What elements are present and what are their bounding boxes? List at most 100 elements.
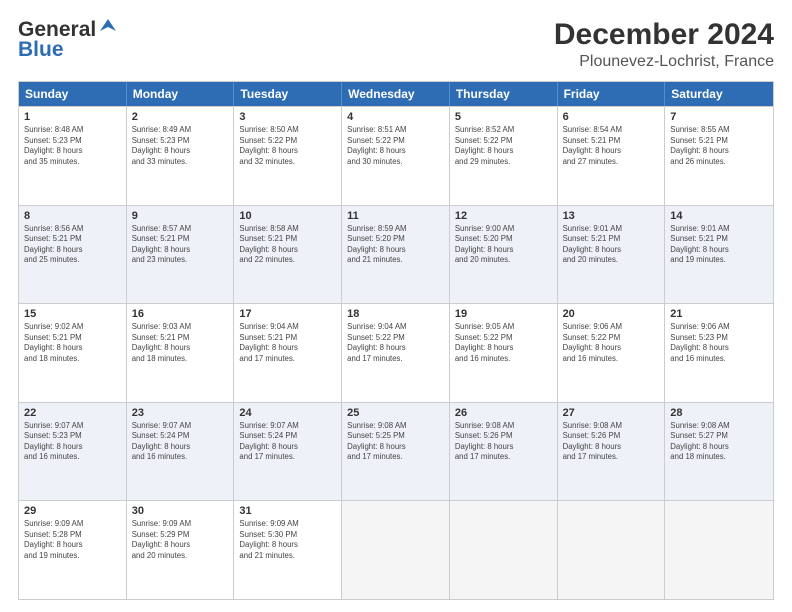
empty-cell xyxy=(558,501,666,599)
day-cell-22: 22 Sunrise: 9:07 AM Sunset: 5:23 PM Dayli… xyxy=(19,403,127,501)
month-title: December 2024 xyxy=(554,18,774,51)
day-info: Sunrise: 9:04 AM Sunset: 5:21 PM Dayligh… xyxy=(239,322,336,364)
day-cell-10: 10 Sunrise: 8:58 AM Sunset: 5:21 PM Dayli… xyxy=(234,206,342,304)
day-number: 14 xyxy=(670,210,768,222)
day-info: Sunrise: 8:54 AM Sunset: 5:21 PM Dayligh… xyxy=(563,125,660,167)
header-saturday: Saturday xyxy=(665,82,773,106)
day-number: 4 xyxy=(347,111,444,123)
header-tuesday: Tuesday xyxy=(234,82,342,106)
day-info: Sunrise: 8:59 AM Sunset: 5:20 PM Dayligh… xyxy=(347,224,444,266)
header-thursday: Thursday xyxy=(450,82,558,106)
day-number: 9 xyxy=(132,210,229,222)
day-info: Sunrise: 8:51 AM Sunset: 5:22 PM Dayligh… xyxy=(347,125,444,167)
day-info: Sunrise: 8:52 AM Sunset: 5:22 PM Dayligh… xyxy=(455,125,552,167)
day-cell-6: 6 Sunrise: 8:54 AM Sunset: 5:21 PM Daylig… xyxy=(558,107,666,205)
week-3: 15 Sunrise: 9:02 AM Sunset: 5:21 PM Dayli… xyxy=(19,303,773,402)
day-info: Sunrise: 8:50 AM Sunset: 5:22 PM Dayligh… xyxy=(239,125,336,167)
title-block: December 2024 Plounevez-Lochrist, France xyxy=(554,18,774,71)
day-info: Sunrise: 9:09 AM Sunset: 5:29 PM Dayligh… xyxy=(132,519,229,561)
day-number: 20 xyxy=(563,308,660,320)
day-info: Sunrise: 9:08 AM Sunset: 5:26 PM Dayligh… xyxy=(563,421,660,463)
logo-bird-icon xyxy=(99,17,117,40)
day-cell-18: 18Sunrise: 9:04 AM Sunset: 5:22 PM Dayli… xyxy=(342,304,450,402)
day-number: 15 xyxy=(24,308,121,320)
day-number: 22 xyxy=(24,407,121,419)
day-number: 17 xyxy=(239,308,336,320)
day-cell-19: 19Sunrise: 9:05 AM Sunset: 5:22 PM Dayli… xyxy=(450,304,558,402)
day-cell-14: 14 Sunrise: 9:01 AM Sunset: 5:21 PM Dayli… xyxy=(665,206,773,304)
day-cell-8: 8 Sunrise: 8:56 AM Sunset: 5:21 PM Daylig… xyxy=(19,206,127,304)
day-number: 12 xyxy=(455,210,552,222)
day-number: 18 xyxy=(347,308,444,320)
day-number: 24 xyxy=(239,407,336,419)
day-info: Sunrise: 9:01 AM Sunset: 5:21 PM Dayligh… xyxy=(670,224,768,266)
day-number: 29 xyxy=(24,505,121,517)
header-sunday: Sunday xyxy=(19,82,127,106)
day-number: 11 xyxy=(347,210,444,222)
day-cell-26: 26Sunrise: 9:08 AM Sunset: 5:26 PM Dayli… xyxy=(450,403,558,501)
day-cell-12: 12 Sunrise: 9:00 AM Sunset: 5:20 PM Dayli… xyxy=(450,206,558,304)
day-cell-27: 27 Sunrise: 9:08 AM Sunset: 5:26 PM Dayli… xyxy=(558,403,666,501)
day-info: Sunrise: 9:06 AM Sunset: 5:23 PM Dayligh… xyxy=(670,322,768,364)
calendar: Sunday Monday Tuesday Wednesday Thursday… xyxy=(18,81,774,600)
day-cell-21: 21 Sunrise: 9:06 AM Sunset: 5:23 PM Dayli… xyxy=(665,304,773,402)
empty-cell xyxy=(342,501,450,599)
day-info: Sunrise: 8:58 AM Sunset: 5:21 PM Dayligh… xyxy=(239,224,336,266)
day-number: 25 xyxy=(347,407,444,419)
week-4: 22 Sunrise: 9:07 AM Sunset: 5:23 PM Dayli… xyxy=(19,402,773,501)
logo: General Blue xyxy=(18,18,117,62)
day-number: 3 xyxy=(239,111,336,123)
day-cell-29: 29Sunrise: 9:09 AM Sunset: 5:28 PM Dayli… xyxy=(19,501,127,599)
day-number: 7 xyxy=(670,111,768,123)
page: General Blue December 2024 Plounevez-Loc… xyxy=(0,0,792,612)
day-cell-13: 13 Sunrise: 9:01 AM Sunset: 5:21 PM Dayli… xyxy=(558,206,666,304)
week-1: 1 Sunrise: 8:48 AM Sunset: 5:23 PM Daylig… xyxy=(19,106,773,205)
day-info: Sunrise: 9:03 AM Sunset: 5:21 PM Dayligh… xyxy=(132,322,229,364)
day-number: 21 xyxy=(670,308,768,320)
day-info: Sunrise: 9:09 AM Sunset: 5:30 PM Dayligh… xyxy=(239,519,336,561)
day-cell-11: 11 Sunrise: 8:59 AM Sunset: 5:20 PM Dayli… xyxy=(342,206,450,304)
day-cell-2: 2Sunrise: 8:49 AM Sunset: 5:23 PM Daylig… xyxy=(127,107,235,205)
location-title: Plounevez-Lochrist, France xyxy=(554,53,774,71)
day-cell-9: 9 Sunrise: 8:57 AM Sunset: 5:21 PM Daylig… xyxy=(127,206,235,304)
day-cell-4: 4 Sunrise: 8:51 AM Sunset: 5:22 PM Daylig… xyxy=(342,107,450,205)
week-5: 29Sunrise: 9:09 AM Sunset: 5:28 PM Dayli… xyxy=(19,500,773,599)
day-number: 16 xyxy=(132,308,229,320)
calendar-body: 1 Sunrise: 8:48 AM Sunset: 5:23 PM Daylig… xyxy=(19,106,773,599)
day-info: Sunrise: 9:08 AM Sunset: 5:25 PM Dayligh… xyxy=(347,421,444,463)
day-number: 5 xyxy=(455,111,552,123)
day-info: Sunrise: 9:07 AM Sunset: 5:24 PM Dayligh… xyxy=(132,421,229,463)
day-info: Sunrise: 9:02 AM Sunset: 5:21 PM Dayligh… xyxy=(24,322,121,364)
day-info: Sunrise: 9:07 AM Sunset: 5:23 PM Dayligh… xyxy=(24,421,121,463)
day-info: Sunrise: 8:57 AM Sunset: 5:21 PM Dayligh… xyxy=(132,224,229,266)
day-number: 1 xyxy=(24,111,121,123)
day-cell-5: 5 Sunrise: 8:52 AM Sunset: 5:22 PM Daylig… xyxy=(450,107,558,205)
day-info: Sunrise: 9:01 AM Sunset: 5:21 PM Dayligh… xyxy=(563,224,660,266)
day-info: Sunrise: 9:06 AM Sunset: 5:22 PM Dayligh… xyxy=(563,322,660,364)
day-number: 10 xyxy=(239,210,336,222)
day-number: 23 xyxy=(132,407,229,419)
week-2: 8 Sunrise: 8:56 AM Sunset: 5:21 PM Daylig… xyxy=(19,205,773,304)
day-info: Sunrise: 8:48 AM Sunset: 5:23 PM Dayligh… xyxy=(24,125,121,167)
day-info: Sunrise: 8:56 AM Sunset: 5:21 PM Dayligh… xyxy=(24,224,121,266)
day-number: 27 xyxy=(563,407,660,419)
day-cell-16: 16 Sunrise: 9:03 AM Sunset: 5:21 PM Dayli… xyxy=(127,304,235,402)
day-number: 13 xyxy=(563,210,660,222)
day-number: 30 xyxy=(132,505,229,517)
day-cell-3: 3 Sunrise: 8:50 AM Sunset: 5:22 PM Daylig… xyxy=(234,107,342,205)
day-cell-28: 28Sunrise: 9:08 AM Sunset: 5:27 PM Dayli… xyxy=(665,403,773,501)
day-number: 19 xyxy=(455,308,552,320)
day-cell-20: 20 Sunrise: 9:06 AM Sunset: 5:22 PM Dayli… xyxy=(558,304,666,402)
header-friday: Friday xyxy=(558,82,666,106)
day-info: Sunrise: 9:00 AM Sunset: 5:20 PM Dayligh… xyxy=(455,224,552,266)
calendar-header: Sunday Monday Tuesday Wednesday Thursday… xyxy=(19,82,773,106)
day-cell-25: 25 Sunrise: 9:08 AM Sunset: 5:25 PM Dayli… xyxy=(342,403,450,501)
header-wednesday: Wednesday xyxy=(342,82,450,106)
day-cell-23: 23 Sunrise: 9:07 AM Sunset: 5:24 PM Dayli… xyxy=(127,403,235,501)
empty-cell xyxy=(665,501,773,599)
day-number: 6 xyxy=(563,111,660,123)
day-number: 8 xyxy=(24,210,121,222)
day-info: Sunrise: 9:08 AM Sunset: 5:27 PM Dayligh… xyxy=(670,421,768,463)
day-number: 31 xyxy=(239,505,336,517)
day-cell-17: 17 Sunrise: 9:04 AM Sunset: 5:21 PM Dayli… xyxy=(234,304,342,402)
